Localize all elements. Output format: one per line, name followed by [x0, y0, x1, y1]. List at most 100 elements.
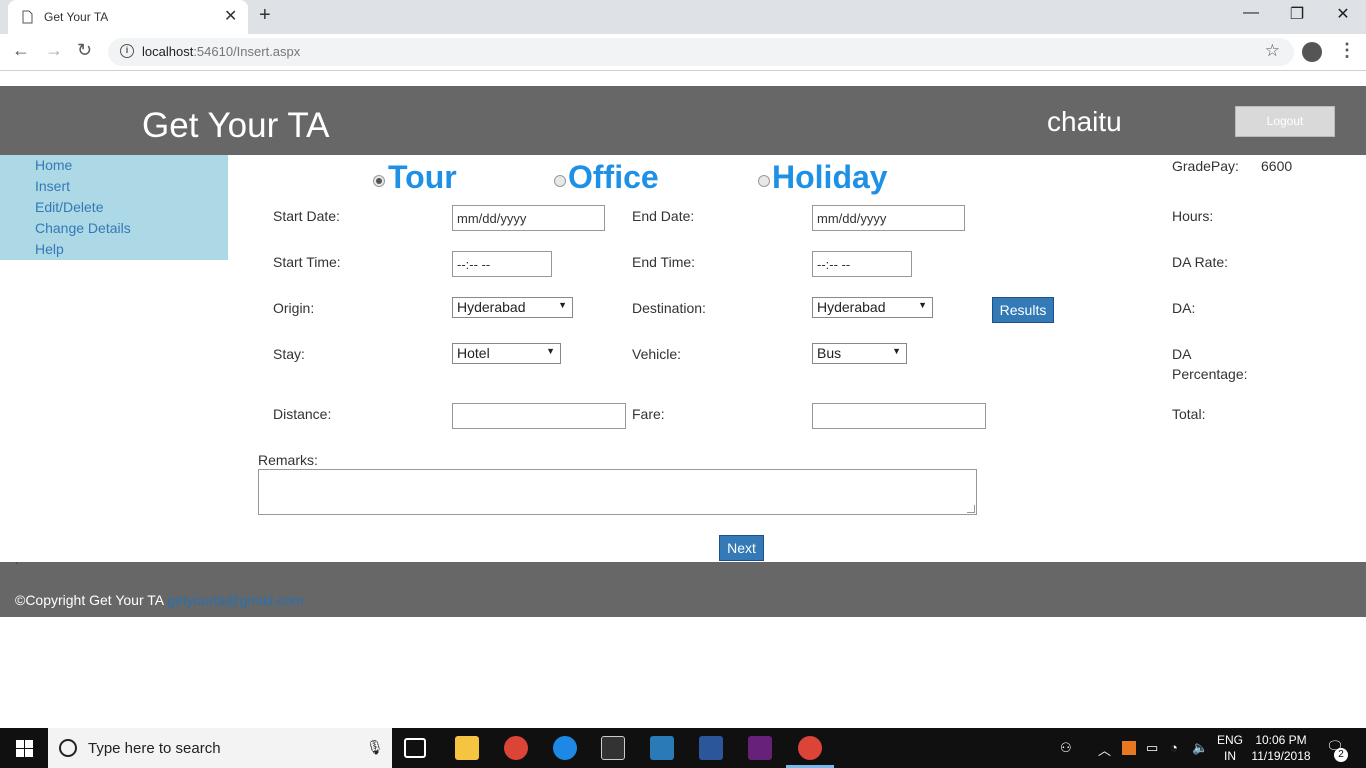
gradepay-value: 6600 — [1261, 158, 1293, 174]
language-bottom[interactable]: IN — [1214, 749, 1246, 763]
end-time-label: End Time: — [632, 254, 696, 270]
stay-value: Hotel — [457, 345, 490, 361]
site-brand: Get Your TA — [142, 106, 330, 145]
language-top[interactable]: ENG — [1214, 733, 1246, 747]
chevron-up-icon[interactable]: ︿ — [1098, 740, 1111, 759]
footer-tick: ` — [15, 562, 19, 573]
file-explorer-icon[interactable] — [455, 736, 479, 760]
site-footer: ` ©Copyright Get Your TA getyourta@gmail… — [0, 562, 1366, 617]
vehicle-select[interactable]: Bus ▼ — [812, 343, 907, 364]
end-time-input[interactable]: --:-- -- — [812, 251, 912, 277]
destination-label: Destination: — [632, 300, 706, 316]
windows-start-icon[interactable] — [16, 740, 33, 757]
taskbar-search-placeholder: Type here to search — [88, 740, 221, 757]
back-icon[interactable]: ← — [12, 40, 30, 61]
reload-icon[interactable]: ↻ — [77, 40, 92, 61]
office-label[interactable]: Office — [568, 159, 659, 196]
word-icon[interactable] — [699, 736, 723, 760]
tour-label[interactable]: Tour — [388, 159, 457, 196]
tour-radio[interactable] — [373, 175, 385, 187]
close-window-icon[interactable]: ✕ — [1328, 4, 1358, 24]
visual-studio-icon[interactable] — [748, 736, 772, 760]
chevron-down-icon: ▼ — [918, 300, 927, 310]
origin-label: Origin: — [273, 300, 315, 316]
vehicle-value: Bus — [817, 345, 842, 361]
origin-select[interactable]: Hyderabad ▼ — [452, 297, 573, 318]
fare-label: Fare: — [632, 406, 665, 422]
total-label: Total: — [1172, 406, 1206, 422]
next-button[interactable]: Next — [719, 535, 764, 561]
origin-value: Hyderabad — [457, 299, 526, 315]
edge-icon[interactable] — [553, 736, 577, 760]
holiday-radio[interactable] — [758, 175, 770, 187]
forward-icon[interactable]: → — [45, 40, 63, 61]
destination-select[interactable]: Hyderabad ▼ — [812, 297, 933, 318]
browser-tab[interactable]: Get Your TA ✕ — [8, 0, 248, 34]
sidebar-item-home[interactable]: Home — [35, 157, 72, 173]
address-bar[interactable]: i localhost:54610/Insert.aspx ☆ — [108, 38, 1294, 66]
menu-icon[interactable]: ⋮ — [1338, 40, 1356, 61]
copyright-text: ©Copyright Get Your TA — [15, 592, 164, 608]
start-time-label: Start Time: — [273, 254, 341, 270]
fare-input[interactable] — [812, 403, 986, 429]
chrome-active-icon[interactable] — [798, 736, 822, 760]
taskbar-search-box[interactable]: Type here to search 🎙 — [48, 728, 392, 768]
results-button[interactable]: Results — [992, 297, 1054, 323]
minimize-icon[interactable]: — — [1236, 4, 1266, 22]
notification-count-badge: 2 — [1334, 748, 1348, 762]
start-date-input[interactable]: mm/dd/yyyy — [452, 205, 605, 231]
destination-value: Hyderabad — [817, 299, 886, 315]
holiday-label[interactable]: Holiday — [772, 159, 888, 196]
office-radio[interactable] — [554, 175, 566, 187]
remarks-textarea[interactable] — [258, 469, 977, 515]
logout-button[interactable]: Logout — [1235, 106, 1335, 137]
hours-label: Hours: — [1172, 208, 1214, 224]
new-tab-icon[interactable]: + — [259, 4, 271, 27]
url-text: localhost:54610/Insert.aspx — [142, 44, 301, 59]
end-date-label: End Date: — [632, 208, 695, 224]
taskbar: Type here to search 🎙 ⚇ ︿ ▭ ◔ 🔈 ENG IN 1… — [0, 728, 1366, 768]
sidebar-item-change-details[interactable]: Change Details — [35, 220, 131, 236]
resize-grip-icon[interactable] — [967, 505, 975, 513]
java-icon[interactable] — [1122, 741, 1136, 755]
footer-text: ©Copyright Get Your TA getyourta@gmail.c… — [15, 592, 304, 608]
bookmark-star-icon[interactable]: ☆ — [1265, 41, 1280, 61]
browser-tab-strip: Get Your TA ✕ + — ❐ ✕ — [0, 0, 1366, 34]
footer-email-link[interactable]: getyourta@gmail.com — [167, 592, 303, 608]
task-view-icon[interactable] — [404, 738, 426, 758]
da-rate-label: DA Rate: — [1172, 254, 1229, 270]
sidebar-item-insert[interactable]: Insert — [35, 178, 70, 194]
people-icon[interactable]: ⚇ — [1060, 740, 1072, 756]
restore-icon[interactable]: ❐ — [1282, 4, 1312, 24]
start-date-label: Start Date: — [273, 208, 340, 224]
volume-icon[interactable]: 🔈 — [1192, 740, 1208, 756]
distance-label: Distance: — [273, 406, 332, 422]
stay-select[interactable]: Hotel ▼ — [452, 343, 561, 364]
sidebar-item-help[interactable]: Help — [35, 241, 64, 257]
chrome-icon[interactable] — [504, 736, 528, 760]
sidebar-item-edit-delete[interactable]: Edit/Delete — [35, 199, 103, 215]
chevron-down-icon: ▼ — [546, 346, 555, 356]
microphone-icon[interactable]: 🎙 — [366, 739, 384, 756]
app-icon[interactable] — [650, 736, 674, 760]
battery-icon[interactable]: ▭ — [1146, 740, 1158, 756]
account-icon[interactable] — [1302, 42, 1322, 62]
da-percentage-label-line2: Percentage: — [1172, 366, 1248, 382]
site-header: Get Your TA chaitu Logout — [0, 86, 1366, 155]
page-icon — [22, 10, 33, 24]
stay-label: Stay: — [273, 346, 305, 362]
terminal-icon[interactable] — [601, 736, 625, 760]
end-date-input[interactable]: mm/dd/yyyy — [812, 205, 965, 231]
chevron-down-icon: ▼ — [558, 300, 567, 310]
info-icon[interactable]: i — [120, 44, 134, 58]
close-tab-icon[interactable]: ✕ — [224, 6, 237, 26]
clock-date[interactable]: 11/19/2018 — [1248, 749, 1314, 763]
username: chaitu — [1047, 106, 1122, 137]
chevron-down-icon: ▼ — [892, 346, 901, 356]
clock-time[interactable]: 10:06 PM — [1248, 733, 1314, 747]
wifi-icon[interactable]: ◔ — [1170, 740, 1178, 755]
distance-input[interactable] — [452, 403, 626, 429]
start-time-input[interactable]: --:-- -- — [452, 251, 552, 277]
sidebar: Home Insert Edit/Delete Change Details H… — [0, 155, 228, 260]
gradepay-label: GradePay: — [1172, 158, 1239, 174]
